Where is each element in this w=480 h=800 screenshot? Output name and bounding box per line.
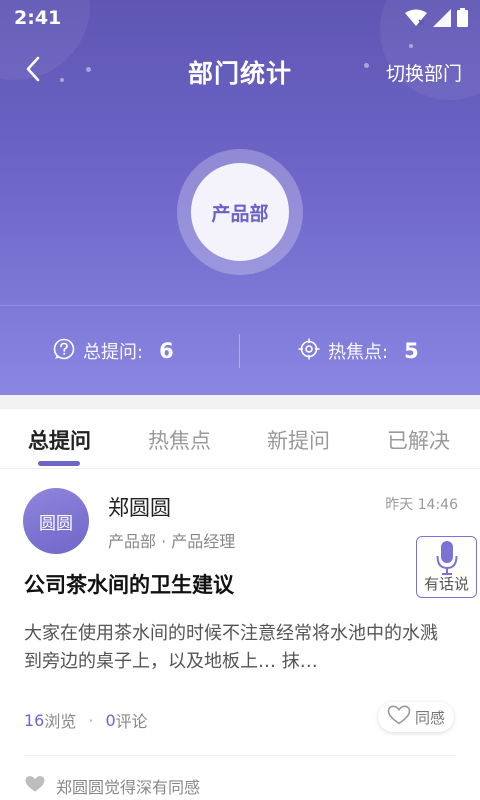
status-time: 2:41 xyxy=(14,7,62,29)
author-name: 郑圆圆 xyxy=(108,496,171,520)
heart-icon xyxy=(387,705,411,729)
stats-separator: · xyxy=(88,710,94,730)
avatar[interactable]: 圆圆 xyxy=(23,488,89,554)
tab-hotspots[interactable]: 热焦点 xyxy=(148,425,211,455)
department-name: 产品部 xyxy=(191,163,289,261)
post-time: 昨天 14:46 xyxy=(385,497,458,513)
agree-label: 同感 xyxy=(414,708,445,727)
stat-total-questions-value: 6 xyxy=(159,339,174,363)
agree-note-text: 郑圆圆觉得深有同感 xyxy=(56,778,201,797)
views-label: 浏览 xyxy=(44,712,77,731)
microphone-icon xyxy=(436,541,458,579)
tab-total-questions[interactable]: 总提问 xyxy=(28,425,91,455)
tab-resolved[interactable]: 已解决 xyxy=(387,425,450,455)
wifi-icon xyxy=(405,9,427,31)
post-stats: 16 浏览 · 0 评论 xyxy=(24,708,148,732)
author-meta: 产品部 · 产品经理 xyxy=(108,532,236,551)
switch-department-button[interactable]: 切换部门 xyxy=(386,59,462,86)
signal-icon xyxy=(433,8,451,31)
heart-icon xyxy=(24,775,46,797)
divider xyxy=(0,305,480,306)
tab-new-questions[interactable]: 新提问 xyxy=(267,425,330,455)
stat-total-questions: 总提问: 6 xyxy=(53,334,174,368)
divider xyxy=(24,755,456,756)
status-bar: 2:41 xyxy=(0,0,480,36)
tab-bar: 总提问 热焦点 新提问 已解决 xyxy=(0,409,480,469)
department-badge: 产品部 xyxy=(177,149,303,275)
views-count: 16 xyxy=(24,710,45,730)
post-title[interactable]: 公司茶水间的卫生建议 xyxy=(24,569,234,599)
header-banner: 2:41 部门统计 切换部门 产品部 总提问: 6 热焦点: 5 xyxy=(0,0,480,395)
status-icons xyxy=(405,8,468,31)
post-body: 大家在使用茶水间的时候不注意经常将水池中的水溅到旁边的桌子上，以及地板上… 抹… xyxy=(24,623,438,672)
target-icon xyxy=(298,338,320,364)
stat-hotspots: 热焦点: 5 xyxy=(298,334,419,368)
navbar: 部门统计 切换部门 xyxy=(0,48,480,94)
stat-separator xyxy=(239,334,240,368)
stat-hotspots-value: 5 xyxy=(404,339,419,363)
agree-note: 郑圆圆觉得深有同感 xyxy=(24,774,200,798)
stat-total-questions-label: 总提问: xyxy=(83,342,144,363)
post-card[interactable]: 圆圆 郑圆圆 产品部 · 产品经理 昨天 14:46 公司茶水间的卫生建议 大家… xyxy=(0,470,480,800)
agree-button[interactable]: 同感 xyxy=(378,702,454,732)
stat-hotspots-label: 热焦点: xyxy=(328,342,389,363)
question-bubble-icon xyxy=(53,338,75,364)
tab-active-indicator xyxy=(38,461,80,466)
comments-count: 0 xyxy=(105,710,116,730)
section-gap xyxy=(0,395,480,409)
battery-icon xyxy=(457,8,468,31)
voice-comment-button[interactable]: 有话说 xyxy=(416,536,477,598)
comments-label: 评论 xyxy=(115,712,148,731)
